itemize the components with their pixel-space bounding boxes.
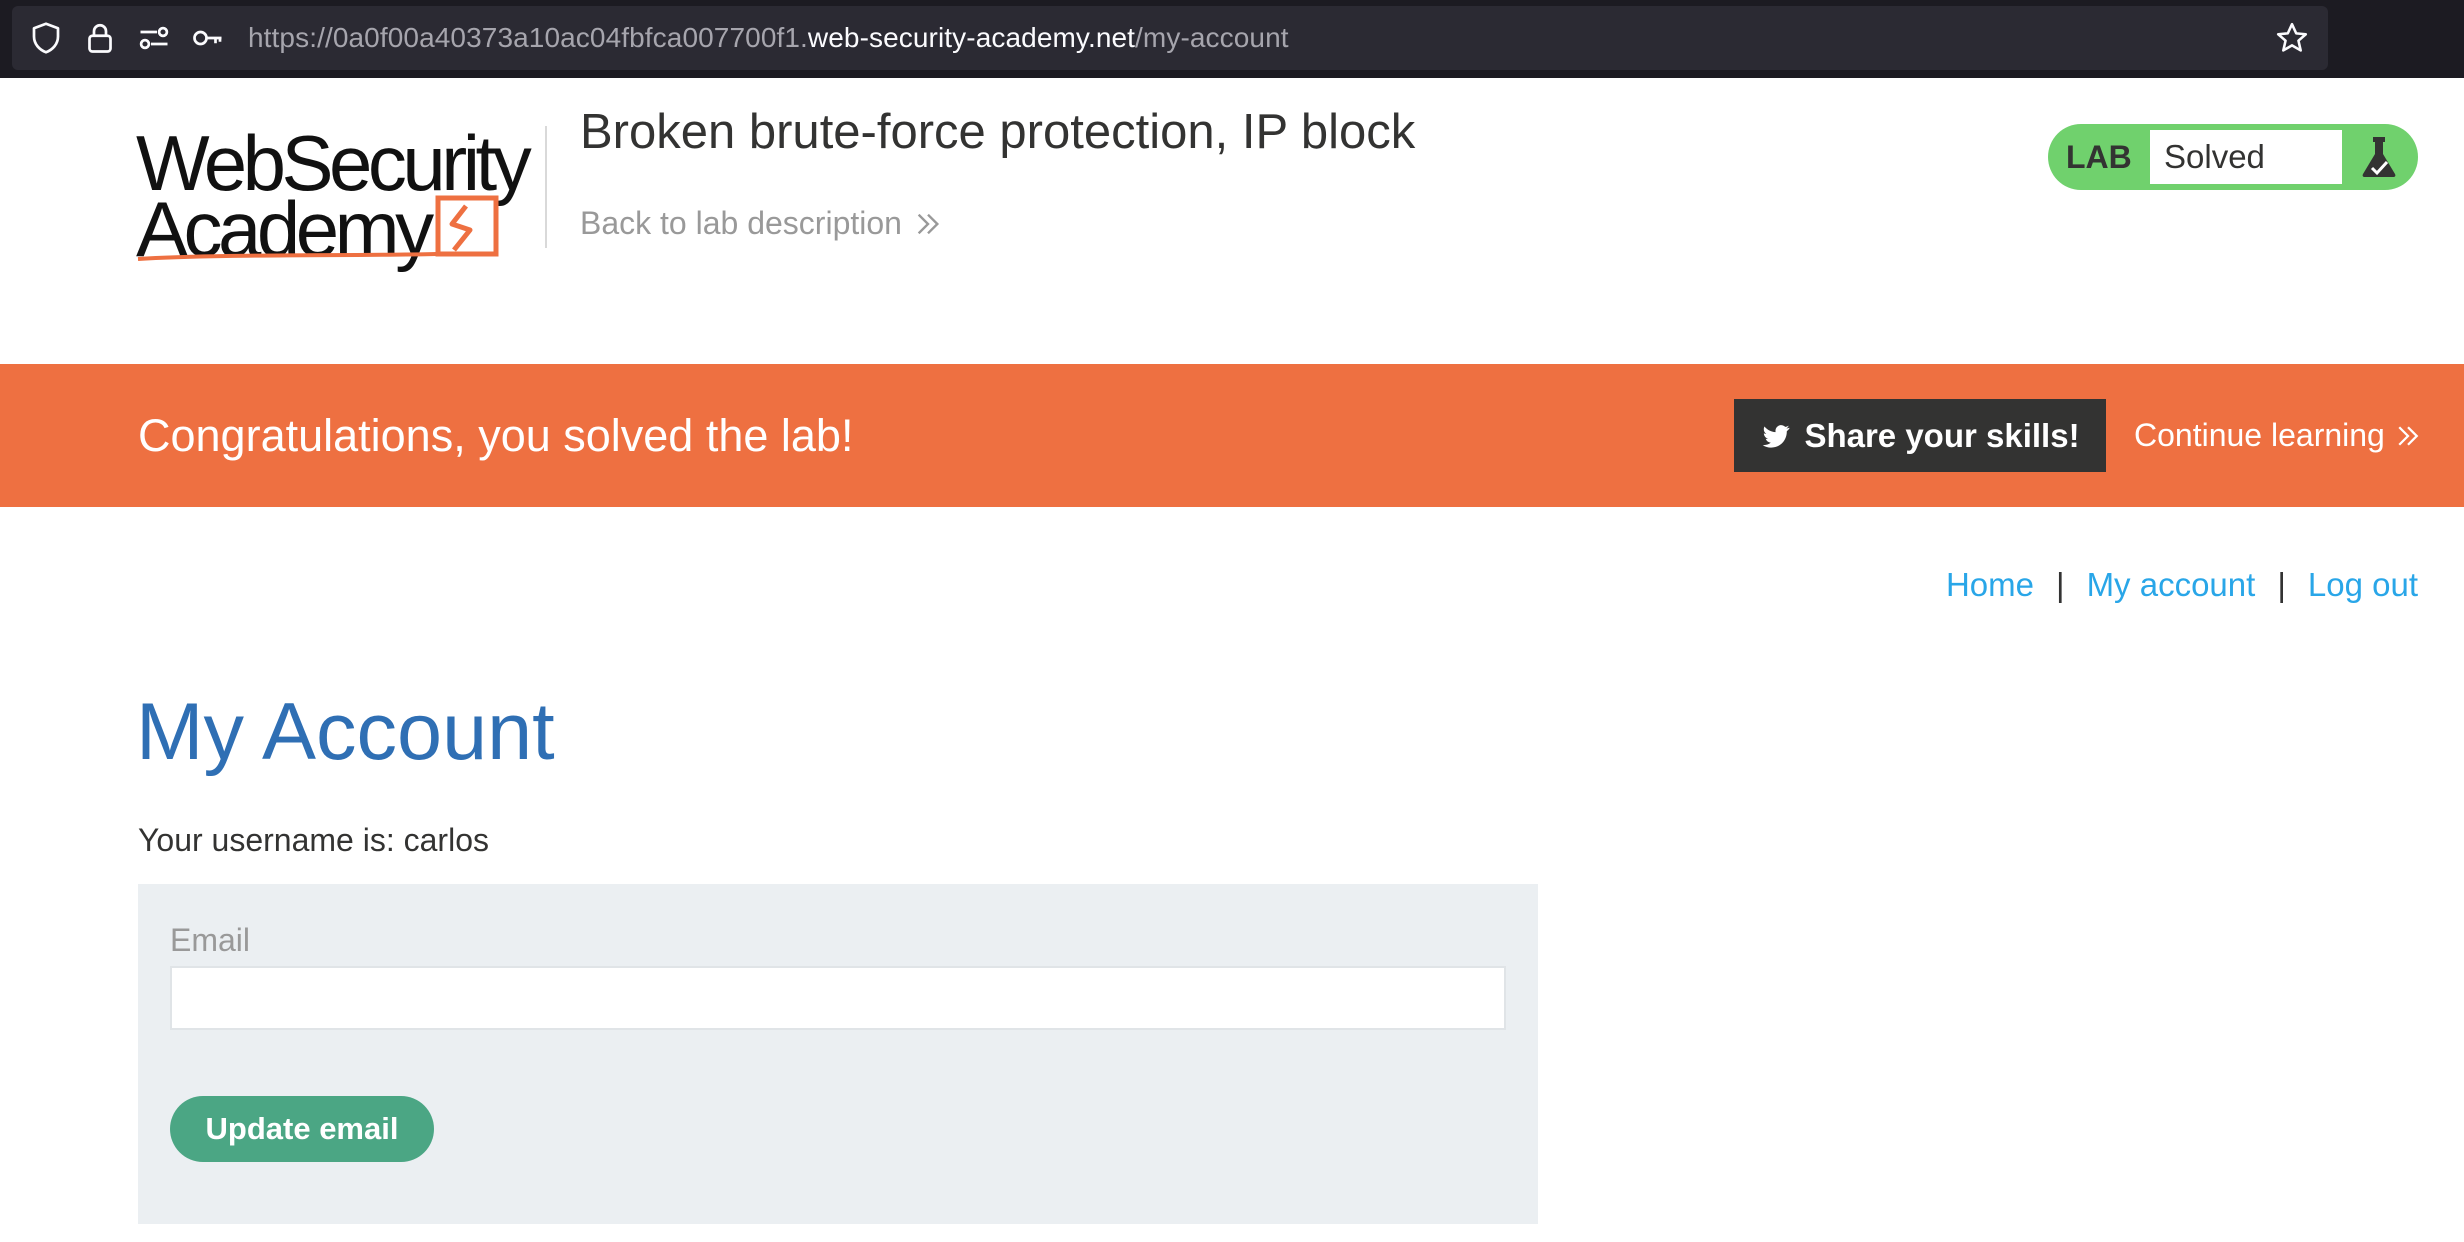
key-icon[interactable] bbox=[190, 20, 226, 56]
nav-my-account-link[interactable]: My account bbox=[2087, 566, 2256, 604]
continue-learning-link[interactable]: Continue learning bbox=[2134, 364, 2423, 507]
share-button-label: Share your skills! bbox=[1804, 416, 2080, 454]
email-label: Email bbox=[170, 922, 251, 958]
top-nav: Home | My account | Log out bbox=[1946, 566, 2418, 604]
nav-separator: | bbox=[2277, 566, 2286, 603]
logo-mark-icon bbox=[137, 195, 499, 261]
nav-separator: | bbox=[2055, 566, 2065, 603]
lab-status-text: Solved bbox=[2164, 138, 2265, 175]
url-text[interactable]: https://0a0f00a40373a10ac04fbfca007700f1… bbox=[248, 6, 1289, 70]
nav-log-out-link[interactable]: Log out bbox=[2308, 566, 2418, 604]
browser-toolbar: https://0a0f00a40373a10ac04fbfca007700f1… bbox=[0, 0, 2464, 78]
permissions-icon[interactable] bbox=[136, 20, 172, 56]
update-email-button[interactable]: Update email bbox=[170, 1096, 434, 1162]
share-your-skills-button[interactable]: Share your skills! bbox=[1734, 399, 2106, 472]
lock-icon[interactable] bbox=[82, 20, 118, 56]
double-chevron-right-icon bbox=[2398, 425, 2419, 446]
nav-home-link[interactable]: Home bbox=[1946, 566, 2034, 604]
continue-learning-label: Continue learning bbox=[2134, 417, 2385, 453]
shield-icon[interactable] bbox=[28, 20, 64, 56]
lab-status-widget: LAB Solved bbox=[2048, 124, 2418, 190]
lab-badge: LAB bbox=[2066, 139, 2132, 175]
address-bar[interactable]: https://0a0f00a40373a10ac04fbfca007700f1… bbox=[12, 6, 2328, 70]
double-chevron-right-icon bbox=[917, 213, 939, 234]
page-title: My Account bbox=[136, 687, 555, 777]
twitter-icon bbox=[1763, 424, 1790, 448]
flask-icon bbox=[2362, 137, 2396, 177]
back-to-lab-description-link[interactable]: Back to lab description bbox=[580, 205, 944, 242]
email-input[interactable] bbox=[170, 966, 1506, 1030]
web-security-academy-logo[interactable]: WebSecurity Academy bbox=[136, 116, 546, 268]
username-text: Your username is: carlos bbox=[138, 822, 489, 858]
back-link-label: Back to lab description bbox=[580, 205, 902, 241]
bookmark-star-icon[interactable] bbox=[2274, 20, 2310, 56]
congratulations-message: Congratulations, you solved the lab! bbox=[138, 410, 854, 461]
lab-title: Broken brute-force protection, IP block bbox=[580, 105, 1416, 159]
update-email-form: Email Update email bbox=[138, 884, 1538, 1224]
solved-banner: Congratulations, you solved the lab! Sha… bbox=[0, 364, 2464, 507]
lab-status-box: Solved bbox=[2148, 128, 2344, 186]
header-divider bbox=[545, 126, 547, 248]
